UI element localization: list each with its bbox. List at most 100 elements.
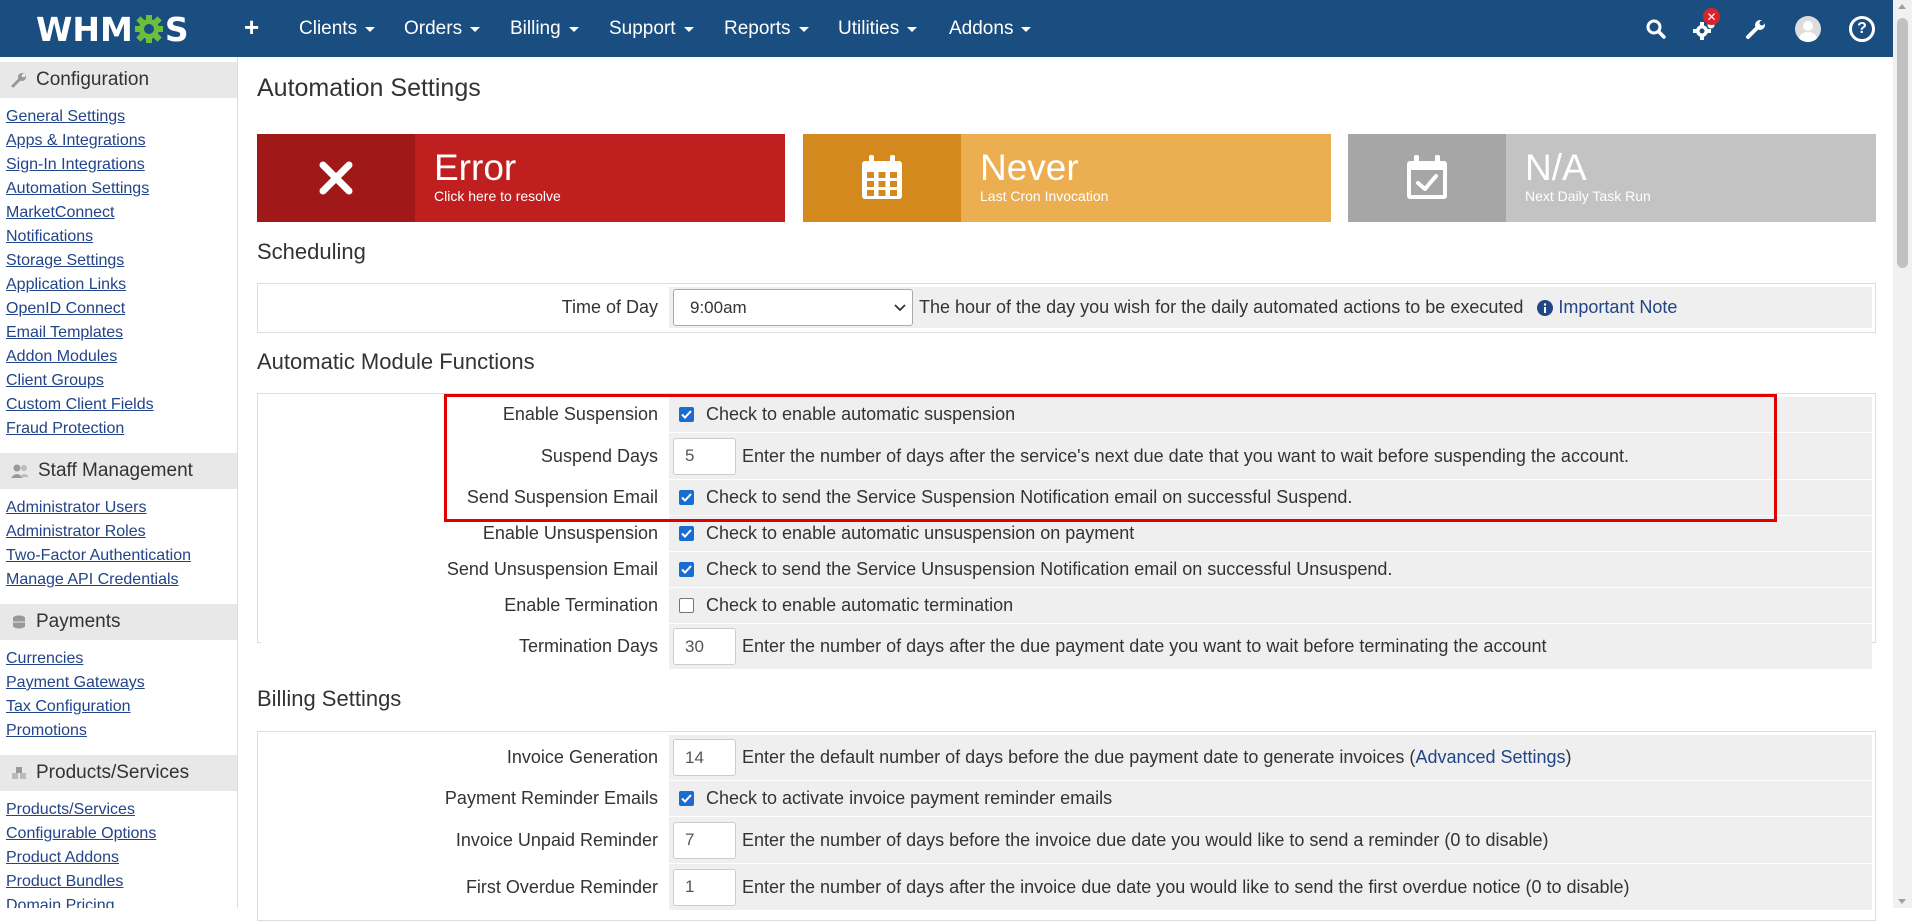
enable-suspension-checkbox[interactable]	[679, 407, 694, 422]
send-suspension-email-label: Send Suspension Email	[261, 487, 669, 508]
sidebar-link-products-services[interactable]: Products/Services	[6, 798, 237, 822]
section-title-billing: Billing Settings	[257, 686, 402, 711]
sidebar-link-administrator-users[interactable]: Administrator Users	[6, 496, 237, 520]
quick-add-button[interactable]: +	[244, 12, 259, 42]
top-navbar: WHM S + Clients Orders Billing Support R…	[0, 0, 1893, 57]
widget-never-subtitle: Last Cron Invocation	[980, 188, 1109, 204]
sidebar-link-application-links[interactable]: Application Links	[6, 273, 237, 297]
module-functions-table: Enable Suspension Check to enable automa…	[257, 393, 1876, 670]
sidebar-links-staff: Administrator Users Administrator Roles …	[0, 489, 237, 598]
important-note-link[interactable]: Important Note	[1537, 297, 1677, 318]
sidebar-link-openid-connect[interactable]: OpenID Connect	[6, 297, 237, 321]
chevron-down-icon	[568, 27, 579, 32]
enable-unsuspension-label: Enable Unsuspension	[261, 523, 669, 544]
sidebar-link-automation-settings[interactable]: Automation Settings	[6, 177, 237, 201]
nav-reports[interactable]: Reports	[724, 0, 809, 57]
last-cron-widget[interactable]: Never Last Cron Invocation	[803, 134, 1331, 222]
page-scrollbar[interactable]	[1893, 0, 1912, 908]
payment-reminder-checkbox[interactable]	[679, 791, 694, 806]
avatar[interactable]	[1795, 16, 1821, 42]
widget-na-subtitle: Next Daily Task Run	[1525, 188, 1651, 204]
users-icon	[11, 464, 29, 478]
termination-days-input[interactable]: 30	[673, 628, 736, 665]
sidebar-link-promotions[interactable]: Promotions	[6, 719, 237, 743]
scheduling-table: Time of Day 9:00am The hour of the day y…	[257, 283, 1876, 333]
advanced-settings-link[interactable]: Advanced Settings	[1415, 747, 1565, 768]
wrench-icon[interactable]	[1743, 16, 1769, 42]
sidebar-link-marketconnect[interactable]: MarketConnect	[6, 201, 237, 225]
sidebar-link-api-credentials[interactable]: Manage API Credentials	[6, 568, 237, 592]
invoice-generation-label: Invoice Generation	[261, 747, 669, 768]
help-icon[interactable]: ?	[1849, 16, 1875, 42]
suspend-days-label: Suspend Days	[261, 445, 669, 467]
search-icon[interactable]	[1643, 16, 1669, 42]
page-title: Automation Settings	[257, 74, 481, 102]
time-of-day-select[interactable]: 9:00am	[673, 289, 913, 326]
invoice-unpaid-reminder-input[interactable]: 7	[673, 821, 736, 859]
chevron-down-icon	[798, 27, 809, 32]
scroll-up-arrow[interactable]	[1898, 4, 1906, 9]
invoice-generation-desc-end: )	[1565, 747, 1572, 767]
sidebar-link-client-groups[interactable]: Client Groups	[6, 369, 237, 393]
sidebar-link-apps-integrations[interactable]: Apps & Integrations	[6, 129, 237, 153]
sidebar-link-product-bundles[interactable]: Product Bundles	[6, 870, 237, 894]
payment-reminder-label: Payment Reminder Emails	[261, 788, 669, 809]
billing-settings-table: Invoice Generation 14 Enter the default n…	[257, 731, 1876, 921]
sidebar-heading-staff: Staff Management	[0, 453, 237, 489]
sidebar-link-currencies[interactable]: Currencies	[6, 647, 237, 671]
enable-suspension-row: Enable Suspension Check to enable automa…	[261, 397, 1872, 433]
cron-status-error-widget[interactable]: Error Click here to resolve	[257, 134, 785, 222]
scrollbar-thumb[interactable]	[1897, 18, 1908, 268]
time-of-day-label: Time of Day	[261, 297, 669, 318]
sidebar-link-administrator-roles[interactable]: Administrator Roles	[6, 520, 237, 544]
sidebar-link-tax-configuration[interactable]: Tax Configuration	[6, 695, 237, 719]
next-task-widget[interactable]: N/A Next Daily Task Run	[1348, 134, 1876, 222]
calendar-check-icon	[1348, 134, 1506, 222]
calendar-icon	[803, 134, 961, 222]
nav-utilities[interactable]: Utilities	[838, 0, 918, 57]
whmcs-logo[interactable]: WHM S	[36, 10, 189, 49]
sidebar-link-general-settings[interactable]: General Settings	[6, 105, 237, 129]
nav-clients[interactable]: Clients	[299, 0, 376, 57]
enable-unsuspension-checkbox[interactable]	[679, 526, 694, 541]
sidebar-link-product-addons[interactable]: Product Addons	[6, 846, 237, 870]
send-unsuspension-email-desc: Check to send the Service Unsuspension N…	[706, 559, 1393, 579]
sidebar-link-notifications[interactable]: Notifications	[6, 225, 237, 249]
first-overdue-reminder-input[interactable]: 1	[673, 868, 736, 906]
sidebar-link-storage-settings[interactable]: Storage Settings	[6, 249, 237, 273]
send-unsuspension-email-checkbox[interactable]	[679, 562, 694, 577]
widget-na-title: N/A	[1525, 147, 1587, 188]
chevron-down-icon	[894, 303, 906, 311]
enable-suspension-label: Enable Suspension	[261, 404, 669, 425]
nav-support[interactable]: Support	[609, 0, 694, 57]
sidebar-links-products: Products/Services Configurable Options P…	[0, 791, 237, 908]
nav-addons[interactable]: Addons	[949, 0, 1032, 57]
chevron-down-icon	[683, 27, 694, 32]
widget-error-title: Error	[434, 147, 517, 188]
widget-error-subtitle: Click here to resolve	[434, 188, 561, 204]
sidebar-link-custom-client-fields[interactable]: Custom Client Fields	[6, 393, 237, 417]
sidebar-link-sign-in-integrations[interactable]: Sign-In Integrations	[6, 153, 237, 177]
notification-badge[interactable]: ✕	[1703, 8, 1720, 25]
invoice-generation-input[interactable]: 14	[673, 739, 736, 776]
sidebar-link-payment-gateways[interactable]: Payment Gateways	[6, 671, 237, 695]
termination-days-label: Termination Days	[261, 636, 669, 657]
send-suspension-email-checkbox[interactable]	[679, 490, 694, 505]
sidebar-link-addon-modules[interactable]: Addon Modules	[6, 345, 237, 369]
invoice-generation-row: Invoice Generation 14 Enter the default n…	[261, 735, 1872, 781]
enable-termination-checkbox[interactable]	[679, 598, 694, 613]
sidebar-link-email-templates[interactable]: Email Templates	[6, 321, 237, 345]
nav-orders[interactable]: Orders	[404, 0, 481, 57]
important-note-text[interactable]: Important Note	[1558, 297, 1677, 318]
sidebar-link-domain-pricing[interactable]: Domain Pricing	[6, 894, 237, 908]
scroll-down-arrow[interactable]	[1898, 899, 1906, 904]
sidebar-link-fraud-protection[interactable]: Fraud Protection	[6, 417, 237, 441]
suspend-days-input[interactable]: 5	[673, 437, 736, 475]
info-icon	[1537, 299, 1554, 316]
close-icon	[257, 134, 415, 222]
sidebar-link-configurable-options[interactable]: Configurable Options	[6, 822, 237, 846]
nav-billing[interactable]: Billing	[510, 0, 579, 57]
chevron-down-icon	[365, 27, 376, 32]
sidebar-link-two-factor[interactable]: Two-Factor Authentication	[6, 544, 237, 568]
termination-days-row: Termination Days 30 Enter the number of d…	[261, 624, 1872, 670]
